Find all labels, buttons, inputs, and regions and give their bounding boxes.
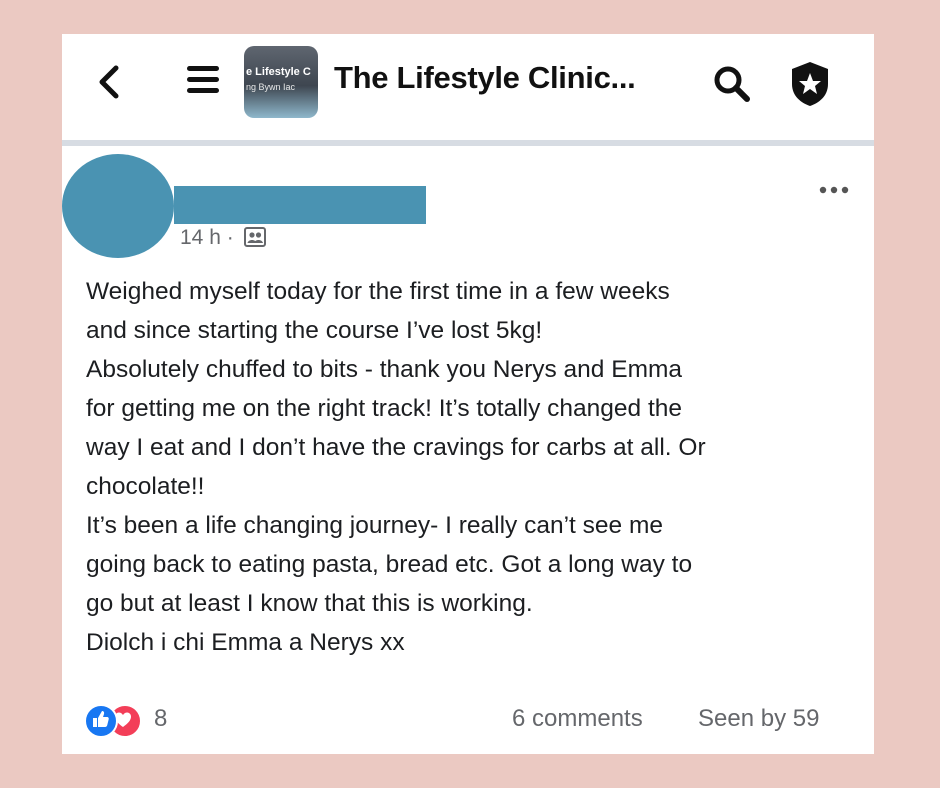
author-name-redacted[interactable] bbox=[174, 186, 426, 224]
group-members-icon bbox=[243, 227, 266, 253]
admin-tools-button[interactable] bbox=[788, 60, 832, 108]
seen-by-count[interactable]: Seen by 59 bbox=[698, 705, 819, 733]
more-options-button[interactable] bbox=[814, 180, 854, 200]
shield-star-icon bbox=[792, 62, 828, 106]
post-card: e Lifestyle C ng Bywn Iac The Lifestyle … bbox=[62, 34, 874, 754]
back-button[interactable] bbox=[94, 62, 124, 102]
search-button[interactable] bbox=[712, 64, 752, 104]
post-line: going back to eating pasta, bread etc. G… bbox=[86, 551, 693, 578]
post-line: and since starting the course I’ve lost … bbox=[86, 317, 543, 344]
menu-button[interactable] bbox=[187, 66, 219, 98]
thumbnail-subtext: ng Bywn Iac bbox=[246, 82, 296, 92]
top-bar: e Lifestyle C ng Bywn Iac The Lifestyle … bbox=[62, 34, 874, 134]
group-cover-thumbnail[interactable]: e Lifestyle C ng Bywn Iac bbox=[244, 46, 318, 118]
reaction-count: 8 bbox=[154, 705, 168, 732]
menu-icon-bar bbox=[187, 88, 219, 93]
post-line: Weighed myself today for the first time … bbox=[86, 278, 670, 305]
post-time[interactable]: 14 h · bbox=[180, 226, 234, 249]
post-line: go but at least I know that this is work… bbox=[86, 590, 533, 617]
comments-count[interactable]: 6 comments bbox=[512, 705, 643, 733]
avatar[interactable] bbox=[62, 154, 174, 258]
post-meta: 14 h · bbox=[180, 226, 266, 253]
menu-icon-bar bbox=[187, 77, 219, 82]
post-line: Absolutely chuffed to bits - thank you N… bbox=[86, 356, 683, 383]
post-line: Diolch i chi Emma a Nerys xx bbox=[86, 629, 405, 656]
post-line: way I eat and I don’t have the cravings … bbox=[86, 434, 706, 461]
thumbnail-text: e Lifestyle C bbox=[246, 66, 311, 78]
back-arrow-icon bbox=[99, 65, 119, 99]
post-line: It’s been a life changing journey- I rea… bbox=[86, 512, 663, 539]
header-divider bbox=[62, 140, 874, 146]
group-title[interactable]: The Lifestyle Clinic... bbox=[334, 60, 636, 96]
post-line: for getting me on the right track! It’s … bbox=[86, 395, 683, 422]
menu-icon-bar bbox=[187, 66, 219, 71]
like-reaction-icon bbox=[84, 704, 118, 738]
more-dots-icon bbox=[819, 186, 849, 194]
post-body: Weighed myself today for the first time … bbox=[86, 272, 856, 662]
post-line: chocolate!! bbox=[86, 473, 205, 500]
search-icon bbox=[714, 66, 750, 102]
